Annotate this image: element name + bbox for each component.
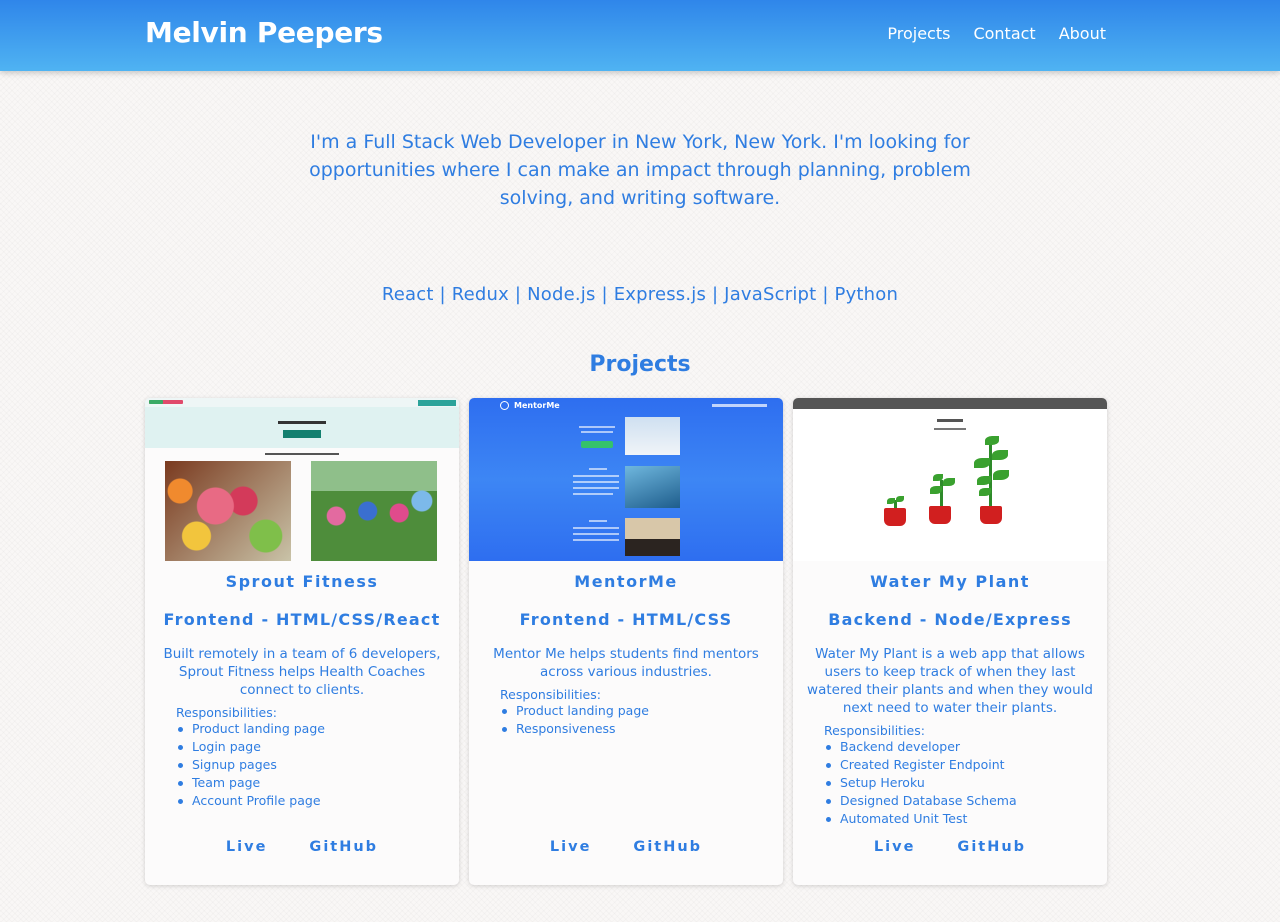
responsibility-item: Account Profile page [176, 792, 459, 810]
nav-link-contact[interactable]: Contact [973, 24, 1035, 43]
responsibility-item: Setup Heroku [824, 774, 1107, 792]
project-description: Built remotely in a team of 6 developers… [163, 646, 441, 698]
project-card-sprout-fitness: Sprout Fitness Frontend - HTML/CSS/React… [145, 398, 459, 885]
project-title: Water My Plant [870, 572, 1030, 591]
project-screenshot-water-my-plant [793, 398, 1107, 561]
project-stack: Backend - Node/Express [828, 610, 1072, 629]
responsibility-item: Product landing page [176, 720, 459, 738]
mentorme-logo-text: MentorMe [514, 401, 560, 410]
responsibility-item: Designed Database Schema [824, 792, 1107, 810]
mentorme-logo-icon [500, 401, 509, 410]
responsibilities-list: Product landing page Login page Signup p… [176, 720, 459, 810]
responsibilities-label: Responsibilities: [500, 687, 601, 702]
project-description: Water My Plant is a web app that allows … [807, 646, 1093, 716]
live-link[interactable]: Live [226, 839, 268, 855]
project-title: Sprout Fitness [225, 572, 379, 591]
project-links: Live GitHub [145, 839, 459, 855]
nav-link-projects[interactable]: Projects [887, 24, 950, 43]
navbar: Melvin Peepers Projects Contact About [0, 0, 1280, 71]
live-link[interactable]: Live [874, 839, 916, 855]
project-card-water-my-plant: Water My Plant Backend - Node/Express Wa… [793, 398, 1107, 885]
project-screenshot-mentorme: MentorMe [469, 398, 783, 561]
github-link[interactable]: GitHub [957, 839, 1026, 855]
responsibility-item: Created Register Endpoint [824, 756, 1107, 774]
nav-link-about[interactable]: About [1059, 24, 1106, 43]
responsibility-item: Team page [176, 774, 459, 792]
project-card-mentorme: MentorMe MentorMe Frontend - HTML/CSS Me… [469, 398, 783, 885]
responsibility-item: Signup pages [176, 756, 459, 774]
project-title: MentorMe [574, 572, 678, 591]
project-description: Mentor Me helps students find mentors ac… [493, 646, 759, 680]
responsibility-item: Product landing page [500, 702, 783, 720]
project-links: Live GitHub [793, 839, 1107, 855]
responsibilities-list: Product landing page Responsiveness [500, 702, 783, 738]
intro-text: I'm a Full Stack Web Developer in New Yo… [309, 131, 971, 209]
responsibility-item: Automated Unit Test [824, 810, 1107, 828]
project-stack: Frontend - HTML/CSS [519, 610, 733, 629]
github-link[interactable]: GitHub [309, 839, 378, 855]
responsibilities-label: Responsibilities: [176, 705, 277, 720]
nav-links: Projects Contact About [887, 24, 1106, 43]
responsibilities-list: Backend developer Created Register Endpo… [824, 738, 1107, 828]
projects-section-title: Projects [589, 352, 691, 377]
brand-name[interactable]: Melvin Peepers [145, 16, 383, 49]
project-links: Live GitHub [469, 839, 783, 855]
responsibilities-label: Responsibilities: [824, 723, 925, 738]
responsibility-item: Responsiveness [500, 720, 783, 738]
responsibility-item: Backend developer [824, 738, 1107, 756]
github-link[interactable]: GitHub [633, 839, 702, 855]
project-screenshot-sprout-fitness [145, 398, 459, 561]
skills-list: React | Redux | Node.js | Express.js | J… [381, 284, 899, 305]
responsibility-item: Login page [176, 738, 459, 756]
live-link[interactable]: Live [550, 839, 592, 855]
project-stack: Frontend - HTML/CSS/React [163, 610, 441, 629]
